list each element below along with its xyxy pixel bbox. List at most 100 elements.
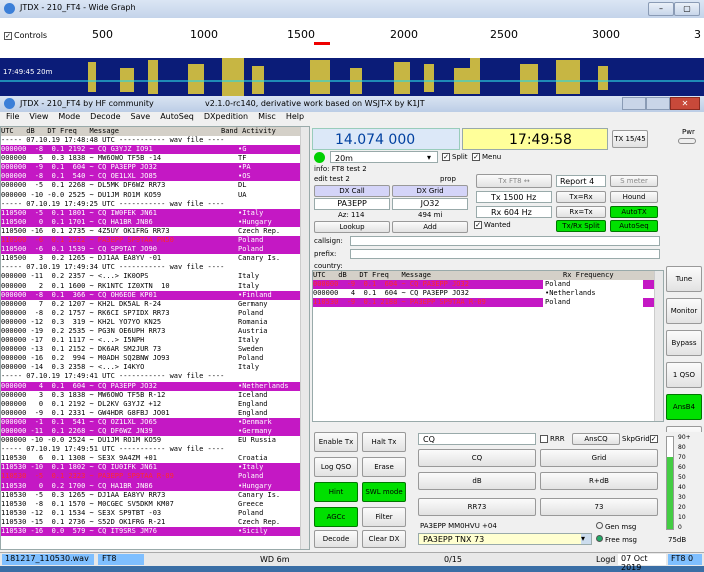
band-activity-scrollbar[interactable] (300, 127, 309, 549)
decode-row[interactable]: 000000 -8 0.1 540 ~ CQ OE1LXL JO85 •OS (1, 172, 309, 182)
rx-equals-tx-button[interactable]: Rx=Tx (556, 206, 606, 218)
menu-view[interactable]: View (29, 112, 48, 121)
rx-frequency-spinbox[interactable]: Rx 604 Hz (476, 206, 552, 218)
decode-row[interactable]: 000000 -9 0.1 604 ~ CQ PA3EPP JO32 •PA (1, 163, 309, 173)
decode-row[interactable]: 110500 -16 0.1 2735 ~ 4Z5UY OK1FRG RR73 C… (1, 226, 309, 236)
menu-save[interactable]: Save (131, 112, 151, 121)
wanted-checkbox[interactable]: ✓ Wanted (474, 221, 511, 229)
decode-row[interactable]: 110530 0 0.2 1700 ~ CQ HA1BR JN86 •Hungar… (1, 481, 309, 491)
decode-row[interactable]: 110530 6 0.1 1308 ~ SE3X 9A4ZM +01 Croati… (1, 454, 309, 464)
decode-row[interactable]: 110530 -5 0.1 2323 ~ PA3EPP SP9TAA R-09 P… (1, 472, 309, 482)
tx-cq-message[interactable]: CQ (418, 433, 536, 445)
decode-row[interactable]: 000000 -16 0.2 994 ~ M0ADH SQ2BNW JO93 Po… (1, 354, 309, 364)
tx-frequency-spinbox[interactable]: Tx 1500 Hz (476, 191, 552, 203)
free-msg-radio[interactable]: Free msg (596, 535, 637, 544)
ans-cq-button[interactable]: AnsCQ (572, 433, 620, 445)
rx-row[interactable]: 000000 -9 0.1 604 ~ CQ PA3EPP JO32 Poland (313, 280, 663, 290)
menu-dxpedition[interactable]: DXpedition (204, 112, 248, 121)
menu-help[interactable]: Help (286, 112, 304, 121)
log-qso-button[interactable]: Log QSO (314, 457, 358, 477)
prefix-field[interactable] (350, 249, 660, 259)
add-button[interactable]: Add (392, 221, 468, 233)
hound-button[interactable]: Hound (610, 191, 658, 203)
decode-row[interactable]: 110530 -15 0.1 2736 ~ S52D OK1FRG R-21 Cz… (1, 517, 309, 527)
agcc-button[interactable]: AGCc (314, 507, 358, 527)
tune-button[interactable]: Tune (666, 266, 702, 292)
decode-row[interactable]: 000000 -5 0.1 2268 ~ DL5MK DF6WZ RR73 DL (1, 181, 309, 191)
autotx-button[interactable]: AutoTX (610, 206, 658, 218)
minimize-button[interactable]: – (648, 2, 674, 16)
decode-row[interactable]: 000000 -17 0.1 1117 ~ <...> I5NPH Italy (1, 336, 309, 346)
decode-row[interactable]: 000000 0 0.1 2192 ~ DL2KV G3YJZ +12 Engla… (1, 399, 309, 409)
menu-autoseq[interactable]: AutoSeq (160, 112, 194, 121)
controls-checkbox[interactable]: ✓ Controls (4, 31, 47, 40)
seventy-three-button[interactable]: 73 (540, 498, 658, 516)
hint-button[interactable]: Hint (314, 482, 358, 502)
grid-button[interactable]: Grid (540, 449, 658, 467)
one-qso-button[interactable]: 1 QSO (666, 362, 702, 388)
gen-msg-radio[interactable]: Gen msg (596, 522, 636, 531)
decode-row[interactable]: 110500 3 0.2 1265 ~ DJ1AA EA8YV -01 Canar… (1, 254, 309, 264)
decode-row[interactable]: 110530 -5 0.3 1265 ~ DJ1AA EA8YV RR73 Can… (1, 490, 309, 500)
decode-button[interactable]: Decode (314, 530, 358, 548)
maximize-button[interactable] (646, 97, 670, 110)
decode-row[interactable]: 110500 0 0.1 1701 ~ CQ HA1BR JN86 •Hungar… (1, 217, 309, 227)
s-meter-button[interactable]: S meter (610, 175, 658, 187)
decode-row[interactable]: 000000 -8 0.1 366 ~ CQ OH6EOE KP01 •Finla… (1, 290, 309, 300)
decode-row[interactable]: 000000 -14 0.3 2358 ~ <...> I4KYO Italy (1, 363, 309, 373)
tx-period-button[interactable]: TX 15/45 (612, 130, 648, 148)
menu-checkbox[interactable]: ✓ Menu (472, 153, 501, 161)
filter-button[interactable]: Filter (362, 507, 406, 527)
bypass-button[interactable]: Bypass (666, 330, 702, 356)
decode-row[interactable]: 110530 -8 0.1 1570 ~ M0CGEC SV5DKM KM07 G… (1, 499, 309, 509)
tx-frequency-marker[interactable] (314, 42, 330, 45)
menu-decode[interactable]: Decode (90, 112, 120, 121)
report-spinbox[interactable]: Report 4 (556, 175, 606, 187)
decode-row[interactable]: 110500 -5 0.1 1801 ~ CQ IW0FEK JN61 •Ital… (1, 208, 309, 218)
maximize-button[interactable]: ▢ (674, 2, 700, 16)
callsign-field[interactable] (350, 236, 660, 246)
autoseq-button[interactable]: AutoSeq (610, 220, 658, 232)
free-message-input[interactable]: PA3EPP TNX 73 ▾ (418, 533, 592, 545)
decode-row[interactable]: 000000 -13 0.1 2152 ~ DK6AR SM2JUR 73 Swe… (1, 345, 309, 355)
dx-call-input[interactable]: PA3EPP (314, 198, 390, 210)
rx-row[interactable]: 110530 -9 0.1 2188 ~ PA3EPP SP9TAA R-09 P… (313, 298, 663, 308)
decode-row[interactable]: 000000 5 0.3 1838 ~ MW6OWO TF5B -14 TF (1, 154, 309, 164)
halt-tx-button[interactable]: Halt Tx (362, 432, 406, 452)
tx-equals-rx-button[interactable]: Tx=Rx (556, 191, 606, 203)
rx-row[interactable]: 000000 4 0.1 604 ~ CQ PA3EPP JO32 •Nether… (313, 289, 663, 299)
rrr-checkbox[interactable]: RRR (540, 435, 565, 443)
rx-frequency-panel[interactable]: UTC dB DT Freq Message Rx Frequency 00000… (312, 270, 664, 422)
ansb4-button[interactable]: AnsB4 (666, 394, 702, 420)
decode-row[interactable]: 000000 2 0.1 1600 ~ RK1NTC IZ0XTN 10 Ital… (1, 281, 309, 291)
dx-grid-input[interactable]: JO32 (392, 198, 468, 210)
split-checkbox[interactable]: ✓ Split (442, 153, 468, 161)
tx-mode-button[interactable]: Tx FT8 ↔ (476, 174, 552, 188)
skip-grid-checkbox[interactable]: SkpGrid✓ (622, 435, 660, 443)
menu-file[interactable]: File (6, 112, 19, 121)
band-select[interactable]: 20m ▾ (330, 151, 438, 163)
cq-button[interactable]: CQ (418, 449, 536, 467)
decode-row[interactable]: 000000 7 0.2 1207 ~ KH2L DK5AL R-24 Germa… (1, 299, 309, 309)
decode-row[interactable]: 000000 -8 0.1 2192 ~ CQ G3YJZ IO91 •G (1, 145, 309, 155)
decode-row[interactable]: 110500 -6 0.1 1539 ~ CQ SP9TAT JO90 Polan… (1, 245, 309, 255)
minimize-button[interactable] (622, 97, 646, 110)
monitor-button[interactable]: Monitor (666, 298, 702, 324)
tx-rx-split-button[interactable]: Tx/Rx Split (556, 220, 606, 232)
erase-button[interactable]: Erase (362, 457, 406, 477)
decode-row[interactable]: 000000 -9 0.1 2331 ~ GW4HDR G8FBJ JO01 En… (1, 408, 309, 418)
close-button[interactable]: ✕ (670, 97, 700, 110)
rr73-button[interactable]: RR73 (418, 498, 536, 516)
decode-row[interactable]: 110530 -10 0.1 1802 ~ CQ IU0IFK JN61 •Ita… (1, 463, 309, 473)
swl-mode-button[interactable]: SWL mode (362, 482, 406, 502)
r-db-button[interactable]: R+dB (540, 472, 658, 490)
menu-mode[interactable]: Mode (58, 112, 80, 121)
decode-row[interactable]: 000000 -19 0.2 2535 ~ PG3N OE6UPH RR73 Au… (1, 326, 309, 336)
menu-misc[interactable]: Misc (258, 112, 276, 121)
decode-row[interactable]: 000000 -11 0.2 2357 ~ <...> IK0OPS Italy (1, 272, 309, 282)
decode-row[interactable]: 000000 4 0.1 604 ~ CQ PA3EPP JO32 •Nether… (1, 381, 309, 391)
power-slider[interactable] (678, 138, 696, 144)
decode-row[interactable]: 000000 -1 0.1 541 ~ CQ OZ1LXL JO65 •Denma… (1, 417, 309, 427)
enable-tx-button[interactable]: Enable Tx (314, 432, 358, 452)
decode-row[interactable]: 000000 -12 0.3 319 ~ KH2L YO7YO KN25 Roma… (1, 317, 309, 327)
